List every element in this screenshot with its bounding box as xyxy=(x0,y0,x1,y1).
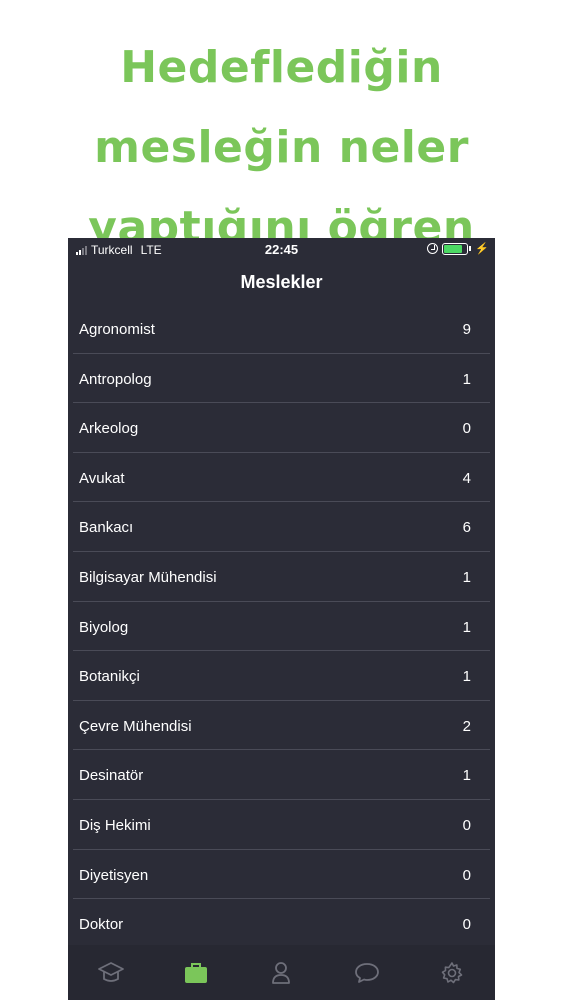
page-title: Meslekler xyxy=(240,272,323,292)
profession-count: 1 xyxy=(462,568,471,586)
profession-name: Antropolog xyxy=(79,370,152,388)
profession-name: Agronomist xyxy=(79,321,155,338)
battery-icon xyxy=(442,242,469,255)
profession-count: 0 xyxy=(462,866,471,884)
promo-line-1: Hedeflediğin xyxy=(120,42,443,93)
phone-screen: Turkcell LTE 22:45 ⚡ Meslekler Agronomis… xyxy=(68,238,495,1000)
tab-professions[interactable] xyxy=(176,953,216,993)
list-item[interactable]: Bilgisayar Mühendisi 1 xyxy=(73,552,490,602)
list-item[interactable]: Doktor 0 xyxy=(73,899,490,949)
charging-icon: ⚡ xyxy=(475,243,489,255)
list-item[interactable]: Botanikçi 1 xyxy=(73,651,490,701)
list-item[interactable]: Avukat 4 xyxy=(73,453,490,503)
promo-headline: Hedeflediğin mesleğin neler yaptığını öğ… xyxy=(0,28,563,268)
list-item[interactable]: Agronomist 9 xyxy=(73,304,490,354)
profession-name: Doktor xyxy=(79,916,124,934)
list-item[interactable]: Biyolog 1 xyxy=(73,602,490,652)
list-item[interactable]: Diyetisyen 0 xyxy=(73,850,490,900)
profession-name: Diyetisyen xyxy=(79,866,149,884)
gear-icon xyxy=(441,961,463,983)
person-icon xyxy=(272,961,291,984)
battery-tip xyxy=(469,246,472,251)
promo-line-2: mesleğin neler xyxy=(94,122,469,173)
list-item[interactable]: Bankacı 6 xyxy=(73,502,490,552)
profession-count: 0 xyxy=(462,420,471,438)
list-item[interactable]: Antropolog 1 xyxy=(73,354,490,404)
profession-count: 1 xyxy=(462,618,471,636)
profession-name: Çevre Mühendisi xyxy=(79,717,192,735)
nav-bar: Meslekler xyxy=(68,262,495,306)
status-right: ⚡ xyxy=(427,242,489,255)
profession-count: 2 xyxy=(462,717,471,735)
profession-count: 0 xyxy=(462,816,471,834)
list-item[interactable]: Arkeolog 0 xyxy=(73,403,490,453)
profession-name: Bankacı xyxy=(79,519,134,537)
profession-name: Diş Hekimi xyxy=(79,816,151,834)
list-item[interactable]: Diş Hekimi 0 xyxy=(73,800,490,850)
list-item[interactable]: Desinatör 1 xyxy=(73,750,490,800)
profession-count: 1 xyxy=(462,370,471,388)
profession-count: 4 xyxy=(462,469,471,487)
profession-name: Desinatör xyxy=(79,767,144,785)
tab-bar xyxy=(68,945,495,1000)
briefcase-icon xyxy=(185,962,208,983)
tab-messages[interactable] xyxy=(347,953,387,993)
tab-profile[interactable] xyxy=(261,953,301,993)
profession-name: Botanikçi xyxy=(79,668,140,686)
profession-name: Avukat xyxy=(79,469,125,487)
status-bar: Turkcell LTE 22:45 ⚡ xyxy=(68,238,495,260)
profession-count: 1 xyxy=(462,668,471,686)
tab-education[interactable] xyxy=(91,953,131,993)
graduation-cap-icon xyxy=(97,961,124,982)
rotation-lock-icon xyxy=(427,243,439,254)
profession-count: 6 xyxy=(462,519,471,537)
profession-count: 0 xyxy=(462,916,471,934)
profession-name: Bilgisayar Mühendisi xyxy=(79,568,217,586)
professions-list: Agronomist 9 Antropolog 1 Arkeolog 0 Avukat 4 Ba… xyxy=(68,304,495,949)
list-item[interactable]: Çevre Mühendisi 2 xyxy=(73,701,490,751)
profession-name: Arkeolog xyxy=(79,420,139,438)
tab-settings[interactable] xyxy=(432,953,472,993)
chat-bubble-icon xyxy=(354,962,379,983)
profession-count: 9 xyxy=(462,321,471,338)
profession-name: Biyolog xyxy=(79,618,129,636)
profession-count: 1 xyxy=(462,767,471,785)
